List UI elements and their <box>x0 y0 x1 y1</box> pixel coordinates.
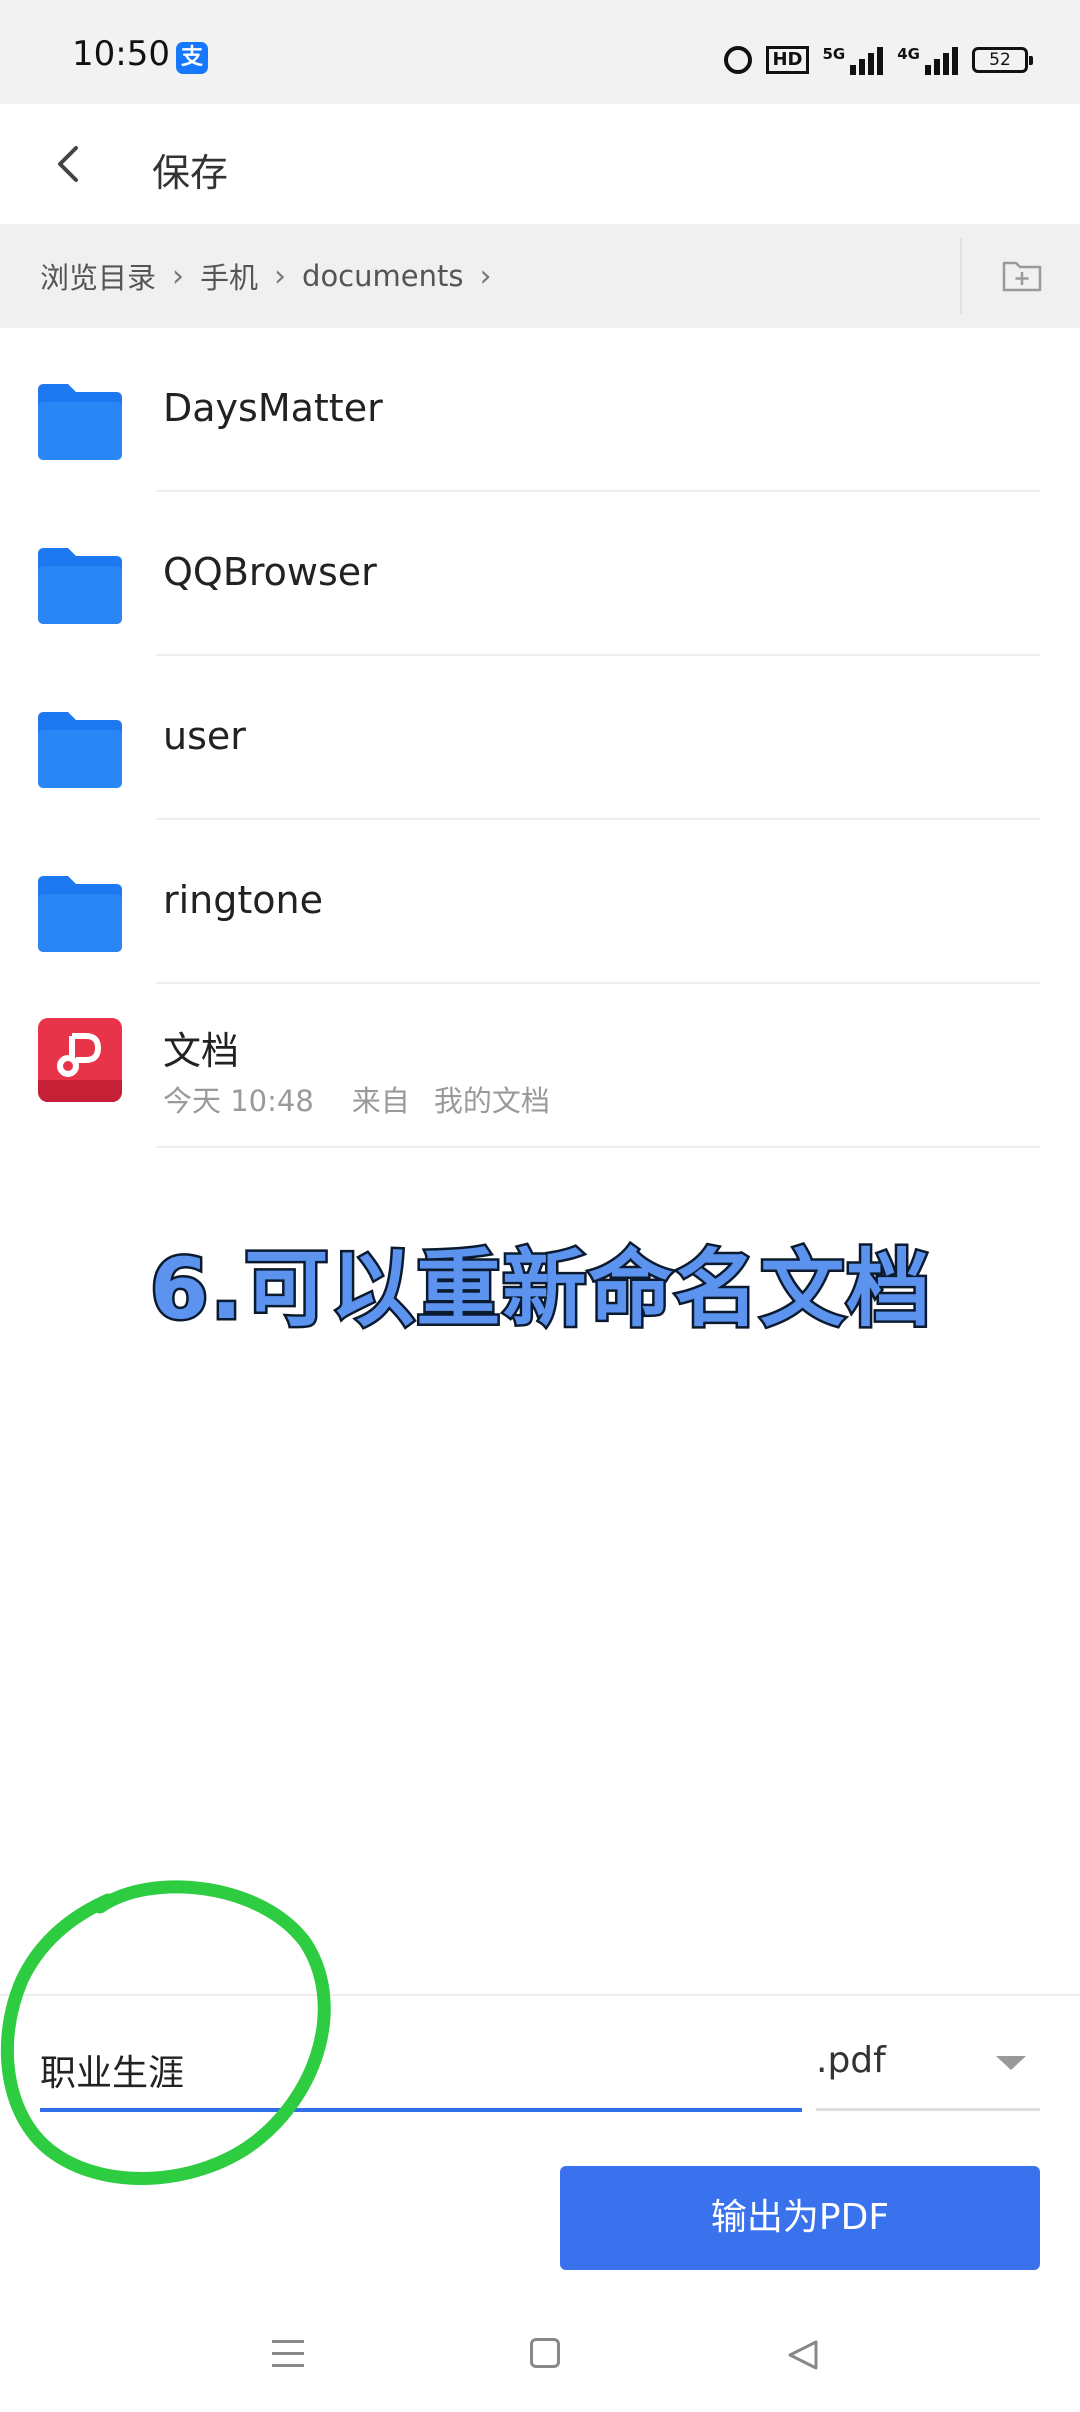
home-icon[interactable] <box>530 2338 560 2368</box>
alarm-icon <box>724 46 753 74</box>
breadcrumb-documents[interactable]: documents <box>302 259 463 293</box>
filename-underline <box>40 2108 802 2112</box>
hd-icon: HD <box>766 46 809 74</box>
breadcrumb: 浏览目录 › 手机 › documents › <box>0 224 1080 328</box>
status-bar: 10:50 支 HD 5G 4G 52 <box>0 0 1080 104</box>
folder-name: ringtone <box>163 878 323 922</box>
chevron-right-icon: › <box>274 258 287 294</box>
extension-select[interactable]: .pdf <box>816 2040 886 2081</box>
folder-icon <box>38 876 122 952</box>
file-date: 今天 10:48 <box>163 1084 314 1118</box>
menu-icon[interactable] <box>272 2340 304 2368</box>
filename-input[interactable] <box>40 2030 802 2110</box>
folder-name: QQBrowser <box>163 550 377 594</box>
file-row-document[interactable]: 文档 今天 10:48 来自 我的文档 <box>0 984 1080 1148</box>
folder-row-ringtone[interactable]: ringtone <box>0 820 1080 984</box>
new-folder-icon[interactable] <box>1002 258 1042 292</box>
status-time: 10:50 <box>72 34 170 74</box>
signal-5g-label: 5G <box>822 45 846 63</box>
breadcrumb-phone[interactable]: 手机 <box>200 255 258 297</box>
folder-name: user <box>163 714 246 758</box>
chevron-right-icon: › <box>172 258 185 294</box>
folder-row-qqbrowser[interactable]: QQBrowser <box>0 492 1080 656</box>
wps-pdf-icon <box>38 1018 122 1102</box>
file-meta: 今天 10:48 来自 我的文档 <box>163 1078 550 1120</box>
back-icon[interactable] <box>40 134 100 194</box>
file-list: DaysMatter QQBrowser user ringtone 文档 今天… <box>0 328 1080 1148</box>
status-icons: HD 5G 4G 52 <box>724 40 1033 80</box>
folder-icon <box>38 548 122 624</box>
file-name: 文档 <box>163 1029 240 1073</box>
battery-icon: 52 <box>972 47 1033 73</box>
file-source: 我的文档 <box>433 1084 550 1118</box>
dropdown-arrow-icon[interactable] <box>996 2056 1026 2070</box>
breadcrumb-browse[interactable]: 浏览目录 <box>40 255 156 297</box>
annotation-circle <box>0 1880 331 2185</box>
extension-underline <box>816 2108 1040 2111</box>
alipay-icon: 支 <box>176 42 208 74</box>
page-title: 保存 <box>152 151 229 195</box>
form-divider <box>0 1994 1080 1996</box>
row-divider <box>156 1146 1040 1148</box>
app-header: 保存 <box>0 104 1080 224</box>
export-pdf-button[interactable]: 输出为PDF <box>560 2166 1040 2270</box>
system-nav-bar <box>0 2296 1080 2412</box>
chevron-right-icon: › <box>479 258 492 294</box>
folder-row-daysmatter[interactable]: DaysMatter <box>0 328 1080 492</box>
tutorial-caption: 6.可以重新命名文档 <box>147 1238 933 1341</box>
signal-4g-label: 4G <box>897 45 920 63</box>
file-from-label: 来自 <box>351 1084 410 1118</box>
folder-name: DaysMatter <box>163 386 383 430</box>
folder-row-user[interactable]: user <box>0 656 1080 820</box>
breadcrumb-divider <box>960 238 962 314</box>
signal-5g-icon: 5G <box>823 45 884 75</box>
folder-icon <box>38 712 122 788</box>
signal-4g-icon: 4G <box>897 45 958 75</box>
back-triangle-icon[interactable] <box>786 2338 820 2372</box>
folder-icon <box>38 384 122 460</box>
